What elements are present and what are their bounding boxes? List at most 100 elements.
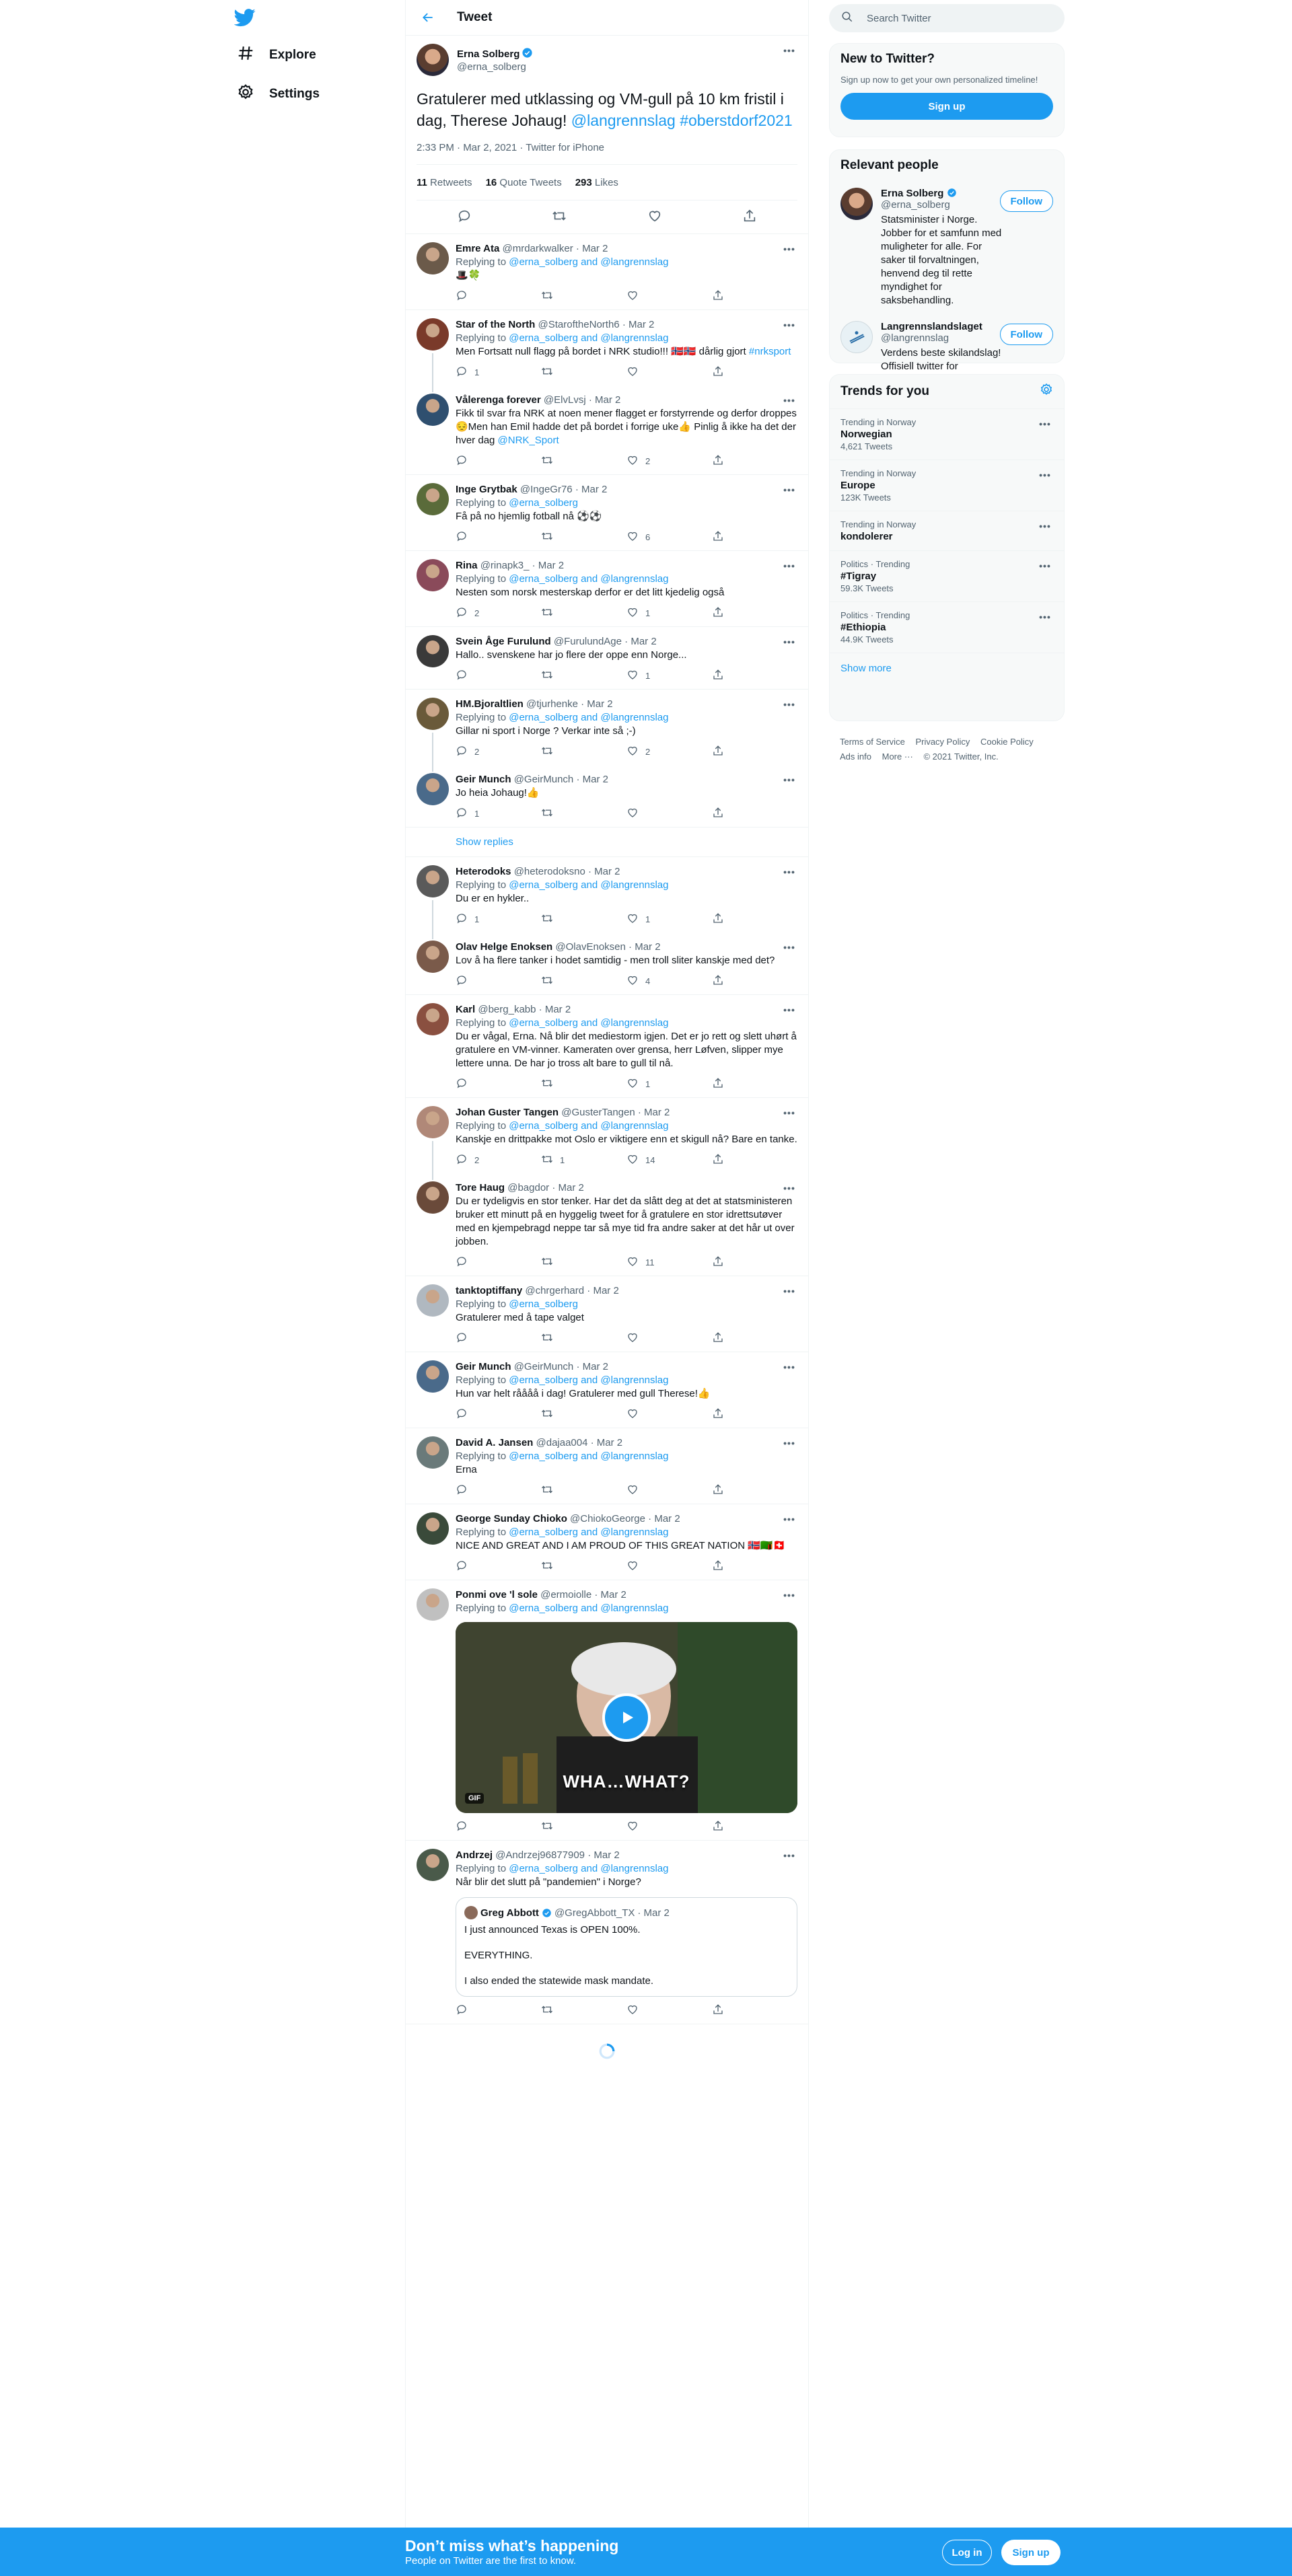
like-button[interactable]: [626, 1820, 712, 1834]
reply-icon[interactable]: [457, 209, 472, 226]
twitter-logo-icon[interactable]: [234, 7, 261, 34]
retweet-icon[interactable]: [552, 209, 567, 226]
reply-author-name[interactable]: Geir Munch: [456, 774, 511, 785]
avatar[interactable]: [417, 698, 449, 730]
share-button[interactable]: [712, 530, 797, 544]
avatar[interactable]: [417, 318, 449, 351]
back-arrow-icon[interactable]: [417, 6, 439, 29]
like-button[interactable]: 14: [626, 1153, 712, 1167]
more-options-icon[interactable]: •••: [781, 394, 797, 407]
avatar[interactable]: [417, 44, 449, 76]
reply-button[interactable]: [456, 1407, 541, 1422]
reply-author-name[interactable]: Olav Helge Enoksen: [456, 941, 552, 953]
reply-button[interactable]: [456, 974, 541, 988]
replying-to-link[interactable]: @erna_solberg and @langrennslag: [509, 1526, 668, 1538]
replying-to-link[interactable]: @erna_solberg and @langrennslag: [509, 1450, 668, 1462]
reply-button[interactable]: [456, 1559, 541, 1574]
reply-button[interactable]: 1: [456, 912, 541, 926]
replying-to-link[interactable]: @erna_solberg and @langrennslag: [509, 1863, 668, 1874]
retweet-button[interactable]: [541, 669, 626, 683]
like-button[interactable]: [626, 2003, 712, 2018]
more-options-icon[interactable]: •••: [1037, 468, 1053, 482]
reply-button[interactable]: [456, 2003, 541, 2018]
reply-button[interactable]: [456, 530, 541, 544]
reply-date[interactable]: · Mar 2: [587, 1285, 619, 1296]
person-name[interactable]: Langrennslandslaget: [881, 321, 1009, 332]
more-options-icon[interactable]: •••: [781, 1588, 797, 1602]
replying-to-link[interactable]: @erna_solberg and @langrennslag: [509, 712, 668, 723]
reply-author-name[interactable]: Geir Munch: [456, 1361, 511, 1372]
share-button[interactable]: [712, 1559, 797, 1574]
reply-tweet[interactable]: ••• Karl @berg_kabb · Mar 2 Replying to @e…: [406, 995, 808, 1098]
reply-author-name[interactable]: David A. Jansen: [456, 1437, 533, 1448]
retweet-button[interactable]: [541, 289, 626, 303]
avatar[interactable]: [417, 1588, 449, 1621]
replying-to-link[interactable]: @erna_solberg and @langrennslag: [509, 1120, 668, 1132]
inline-link[interactable]: #nrksport: [749, 346, 791, 357]
reply-date[interactable]: · Mar 2: [581, 698, 613, 710]
reply-date[interactable]: · Mar 2: [532, 560, 565, 571]
reply-author-name[interactable]: Heterodoks: [456, 866, 511, 877]
reply-date[interactable]: · Mar 2: [629, 941, 661, 953]
share-button[interactable]: [712, 1255, 797, 1269]
reply-tweet[interactable]: ••• Olav Helge Enoksen @OlavEnoksen · Mar…: [406, 932, 808, 995]
footer-more[interactable]: More ···: [882, 751, 913, 762]
footer-terms[interactable]: Terms of Service: [840, 737, 905, 747]
reply-button[interactable]: 2: [456, 1153, 541, 1167]
share-button[interactable]: [712, 1407, 797, 1422]
reply-date[interactable]: · Mar 2: [588, 866, 620, 877]
reply-date[interactable]: · Mar 2: [589, 394, 621, 406]
follow-button[interactable]: Follow: [999, 190, 1053, 212]
hashtag-link[interactable]: #oberstdorf2021: [680, 112, 793, 129]
reply-author-handle[interactable]: @chrgerhard: [525, 1285, 584, 1296]
share-button[interactable]: [712, 807, 797, 821]
share-button[interactable]: [712, 669, 797, 683]
nav-explore[interactable]: Explore: [237, 42, 316, 69]
like-button[interactable]: 1: [626, 669, 712, 683]
avatar[interactable]: [417, 773, 449, 805]
reply-date[interactable]: · Mar 2: [622, 319, 655, 330]
reply-button[interactable]: [456, 669, 541, 683]
more-options-icon[interactable]: •••: [781, 773, 797, 786]
reply-date[interactable]: · Mar 2: [587, 1849, 620, 1861]
retweet-button[interactable]: [541, 606, 626, 620]
reply-date[interactable]: · Mar 2: [594, 1589, 626, 1600]
avatar[interactable]: [417, 1436, 449, 1469]
avatar[interactable]: [417, 635, 449, 667]
like-button[interactable]: 4: [626, 974, 712, 988]
more-options-icon[interactable]: •••: [781, 1003, 797, 1017]
avatar[interactable]: [417, 1284, 449, 1317]
reply-button[interactable]: [456, 454, 541, 468]
share-button[interactable]: [712, 365, 797, 379]
replying-to-link[interactable]: @erna_solberg and @langrennslag: [509, 573, 668, 585]
more-options-icon[interactable]: •••: [1037, 519, 1053, 533]
trend-item[interactable]: Trending in Norway kondolerer •••: [830, 511, 1064, 550]
gif-media[interactable]: WHA…WHAT? GIF: [456, 1622, 797, 1813]
reply-author-handle[interactable]: @berg_kabb: [478, 1004, 536, 1015]
reply-tweet[interactable]: ••• Inge Grytbak @IngeGr76 · Mar 2 Replyin…: [406, 475, 808, 551]
more-options-icon[interactable]: •••: [781, 318, 797, 332]
reply-tweet[interactable]: ••• Geir Munch @GeirMunch · Mar 2 Replying…: [406, 1352, 808, 1428]
reply-author-name[interactable]: Star of the North: [456, 319, 535, 330]
person-name[interactable]: Erna Solberg: [881, 188, 1009, 199]
share-button[interactable]: [712, 974, 797, 988]
reply-author-name[interactable]: Karl: [456, 1004, 475, 1015]
more-options-icon[interactable]: •••: [1037, 559, 1053, 573]
reply-tweet[interactable]: ••• Star of the North @StaroftheNorth6 · …: [406, 310, 808, 385]
reply-button[interactable]: [456, 1331, 541, 1346]
retweets-stat[interactable]: 11 Retweets: [417, 177, 472, 188]
more-options-icon[interactable]: •••: [1037, 417, 1053, 431]
replying-to-link[interactable]: @erna_solberg and @langrennslag: [509, 1374, 668, 1386]
like-button[interactable]: 2: [626, 745, 712, 759]
play-icon[interactable]: [602, 1693, 651, 1742]
replying-to-link[interactable]: @erna_solberg and @langrennslag: [509, 1017, 668, 1029]
reply-button[interactable]: [456, 1483, 541, 1498]
retweet-button[interactable]: [541, 454, 626, 468]
share-icon[interactable]: [742, 209, 757, 226]
avatar[interactable]: [417, 242, 449, 274]
reply-author-handle[interactable]: @rinapk3_: [480, 560, 530, 571]
like-button[interactable]: [626, 1483, 712, 1498]
like-button[interactable]: 2: [626, 454, 712, 468]
more-options-icon[interactable]: •••: [781, 698, 797, 711]
reply-date[interactable]: · Mar 2: [624, 636, 657, 647]
